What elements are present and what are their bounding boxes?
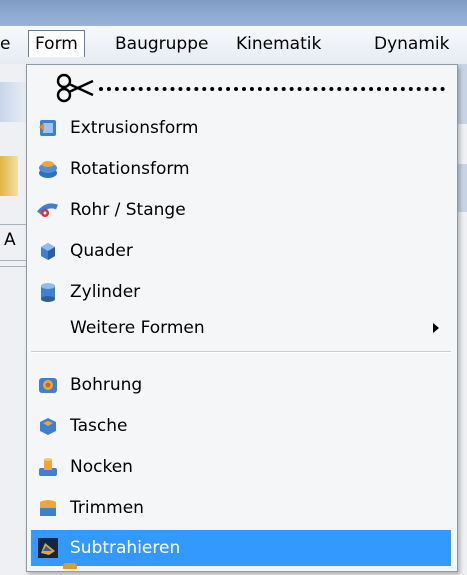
window-title-fragment bbox=[4, 0, 10, 12]
menu-item-weitere-formen[interactable]: Weitere Formen bbox=[31, 310, 451, 346]
menu-item-label: Trimmen bbox=[70, 498, 144, 518]
toolbar-divider bbox=[0, 266, 26, 267]
trim-icon bbox=[40, 500, 56, 516]
revolve-icon bbox=[39, 161, 57, 178]
cylinder-icon bbox=[41, 283, 55, 302]
menu-item-label: Tasche bbox=[70, 416, 128, 436]
boss-icon bbox=[39, 458, 57, 476]
menu-baugruppe[interactable]: Baugruppe bbox=[109, 30, 214, 58]
menu-item-label: Zylinder bbox=[70, 282, 141, 302]
menu-item-label: Subtrahieren bbox=[70, 538, 181, 558]
toolbar-divider bbox=[0, 224, 26, 225]
cut-menu-item[interactable] bbox=[55, 71, 445, 103]
pipe-icon bbox=[37, 203, 58, 217]
menu-item-nocken[interactable]: Nocken bbox=[31, 449, 451, 485]
subtract-icon bbox=[38, 538, 58, 558]
extrusion-icon bbox=[39, 120, 56, 136]
toolbar-edge-block bbox=[458, 164, 467, 212]
pocket-icon bbox=[40, 418, 56, 435]
menu-form[interactable]: Form bbox=[28, 30, 85, 57]
toolbar-button-left-2[interactable] bbox=[0, 156, 18, 196]
menu-kinematik[interactable]: Kinematik bbox=[230, 30, 327, 58]
menu-item-label: Extrusionsform bbox=[70, 118, 199, 138]
hole-icon bbox=[39, 378, 57, 393]
next-item-icon-peek bbox=[63, 563, 77, 569]
scissors-icon bbox=[56, 73, 94, 103]
menu-bar: e Form Baugruppe Kinematik Dynamik bbox=[0, 26, 467, 65]
menu-item-label: Rotationsform bbox=[70, 159, 190, 179]
menu-item-zylinder[interactable]: Zylinder bbox=[31, 274, 451, 310]
menu-item-extrusionsform[interactable]: Extrusionsform bbox=[31, 110, 451, 146]
cut-dotted-line bbox=[99, 87, 445, 91]
menu-dynamik[interactable]: Dynamik bbox=[368, 30, 455, 58]
menu-item-label: Rohr / Stange bbox=[70, 200, 186, 220]
menu-item-rohr-stange[interactable]: Rohr / Stange bbox=[31, 192, 451, 228]
toolbar-divider bbox=[0, 260, 26, 261]
app-toolbar-left: A bbox=[0, 64, 26, 575]
menu-item-subtrahieren[interactable]: Subtrahieren bbox=[31, 530, 451, 566]
menu-item-label: Weitere Formen bbox=[70, 318, 205, 338]
menu-item-quader[interactable]: Quader bbox=[31, 233, 451, 269]
menu-edit[interactable]: e bbox=[0, 30, 16, 58]
background-label: A bbox=[4, 230, 16, 250]
box-icon bbox=[41, 243, 55, 260]
toolbar-button-left-1[interactable] bbox=[0, 82, 26, 122]
submenu-arrow-icon bbox=[433, 323, 439, 333]
window-title-bar bbox=[0, 0, 467, 26]
toolbar-edge-block bbox=[458, 64, 467, 124]
menu-item-rotationsform[interactable]: Rotationsform bbox=[31, 151, 451, 187]
menu-item-label: Quader bbox=[70, 241, 133, 261]
form-dropdown-menu: Extrusionsform Rotationsform Rohr / Stan… bbox=[26, 64, 458, 572]
menu-item-label: Bohrung bbox=[70, 375, 143, 395]
menu-separator bbox=[31, 351, 451, 353]
menu-item-bohrung[interactable]: Bohrung bbox=[31, 367, 451, 403]
menu-item-trimmen[interactable]: Trimmen bbox=[31, 490, 451, 526]
menu-item-tasche[interactable]: Tasche bbox=[31, 408, 451, 444]
menu-item-label: Nocken bbox=[70, 457, 133, 477]
